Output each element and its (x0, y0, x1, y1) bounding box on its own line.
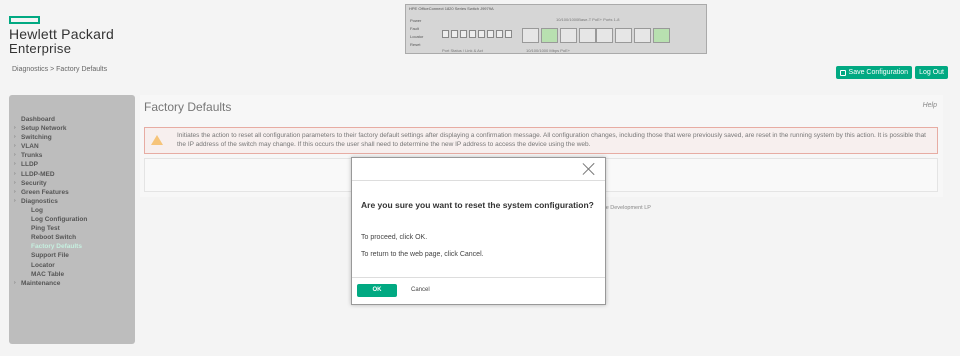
dialog-proceed-text: To proceed, click OK. (361, 234, 428, 241)
cancel-button[interactable]: Cancel (411, 284, 430, 297)
dialog-question: Are you sure you want to reset the syste… (361, 200, 594, 210)
close-icon[interactable] (582, 162, 596, 176)
dialog-footer: OK Cancel (352, 277, 605, 305)
confirm-dialog: Are you sure you want to reset the syste… (351, 157, 606, 305)
dialog-cancel-text: To return to the web page, click Cancel. (361, 251, 484, 258)
dialog-header (352, 158, 605, 181)
ok-button[interactable]: OK (357, 284, 397, 297)
